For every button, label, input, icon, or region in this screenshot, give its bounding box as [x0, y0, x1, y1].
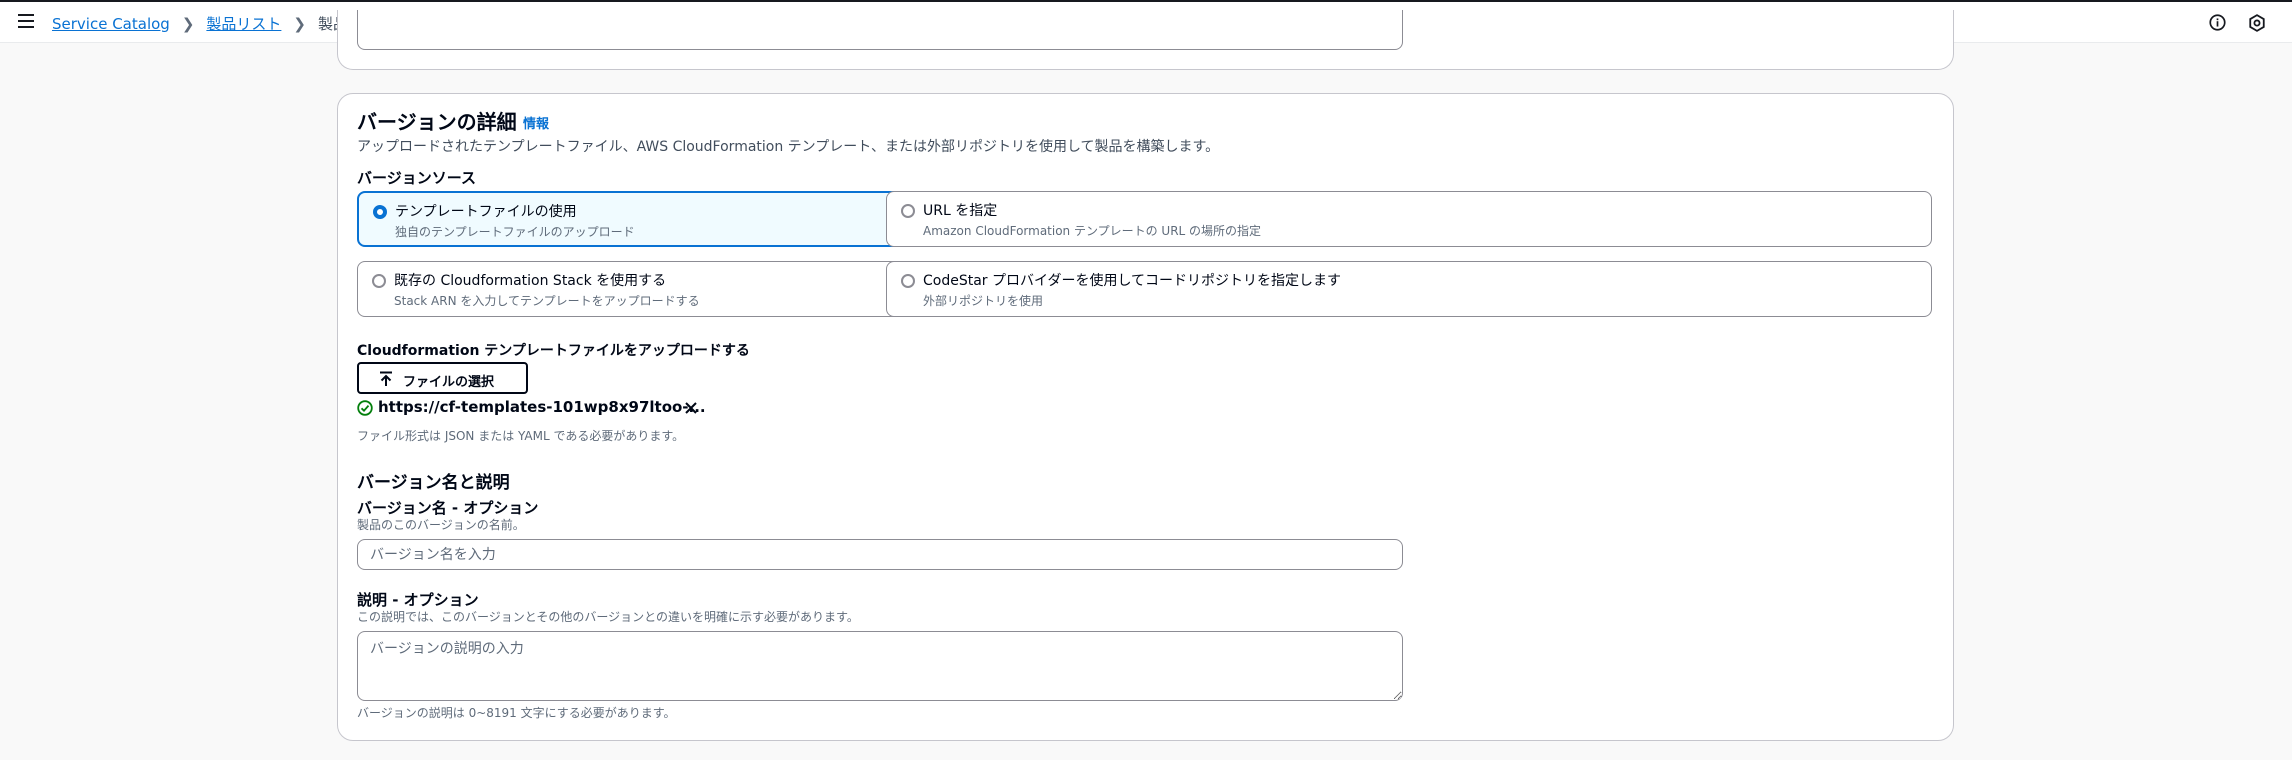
section-title-version-name: バージョン名と説明 [357, 473, 510, 493]
description-hint: この説明では、このバージョンとその他のバージョンとの違いを明確に示す必要がありま… [357, 610, 859, 624]
tile-subtitle: Amazon CloudFormation テンプレートの URL の場所の指定 [923, 224, 1262, 238]
version-details-description: アップロードされたテンプレートファイル、AWS CloudFormation テ… [357, 139, 1220, 155]
radio-button[interactable] [901, 204, 915, 218]
chevron-right-icon: ❯ [293, 14, 306, 33]
previous-section-panel [337, 10, 1954, 70]
version-name-input[interactable] [357, 539, 1403, 570]
upload-icon [380, 371, 392, 386]
info-icon[interactable] [2209, 14, 2226, 31]
upload-label: Cloudformation テンプレートファイルをアップロードする [357, 343, 750, 359]
version-source-label: バージョンソース [357, 169, 476, 187]
version-details-panel: バージョンの詳細 情報 アップロードされたテンプレートファイル、AWS Clou… [337, 93, 1954, 741]
version-name-description: 製品のこのバージョンの名前。 [357, 518, 525, 532]
tile-title: 既存の Cloudformation Stack を使用する [394, 273, 667, 289]
success-check-icon [357, 400, 373, 416]
tile-subtitle: Stack ARN を入力してテンプレートをアップロードする [394, 294, 700, 308]
tile-subtitle: 独自のテンプレートファイルのアップロード [395, 225, 635, 239]
breadcrumb-link-service-catalog[interactable]: Service Catalog [52, 15, 170, 33]
radio-tile-url[interactable]: URL を指定 Amazon CloudFormation テンプレートの UR… [886, 191, 1932, 247]
chevron-right-icon: ❯ [181, 14, 195, 33]
radio-button[interactable] [372, 274, 386, 288]
remove-file-icon[interactable] [684, 401, 698, 415]
version-description-textarea[interactable] [357, 631, 1403, 701]
breadcrumb-link-products[interactable]: 製品リスト [206, 13, 281, 34]
choose-file-button[interactable]: ファイルの選択 [357, 362, 528, 394]
menu-icon[interactable] [18, 14, 34, 28]
radio-button[interactable] [901, 274, 915, 288]
choose-file-button-label: ファイルの選択 [403, 375, 495, 390]
radio-tile-codestar[interactable]: CodeStar プロバイダーを使用してコードリポジトリを指定します 外部リポジ… [886, 261, 1932, 317]
description-constraint: バージョンの説明は 0~8191 文字にする必要があります。 [357, 706, 676, 720]
settings-icon[interactable] [2248, 14, 2266, 32]
tile-subtitle: 外部リポジトリを使用 [923, 294, 1044, 308]
radio-button-selected[interactable] [373, 205, 387, 219]
tile-title: テンプレートファイルの使用 [395, 204, 577, 220]
tile-title: CodeStar プロバイダーを使用してコードリポジトリを指定します [923, 273, 1342, 289]
section-title-version-details: バージョンの詳細 [357, 110, 517, 134]
description-label: 説明 - オプション [357, 591, 479, 609]
file-format-hint: ファイル形式は JSON または YAML である必要があります。 [357, 429, 685, 443]
tile-title: URL を指定 [923, 203, 998, 219]
previous-input-field[interactable] [357, 10, 1403, 50]
version-name-label: バージョン名 - オプション [357, 499, 539, 517]
uploaded-file-name: https://cf-templates-101wp8x97ltoo-... [378, 398, 706, 416]
info-link[interactable]: 情報 [523, 113, 549, 132]
